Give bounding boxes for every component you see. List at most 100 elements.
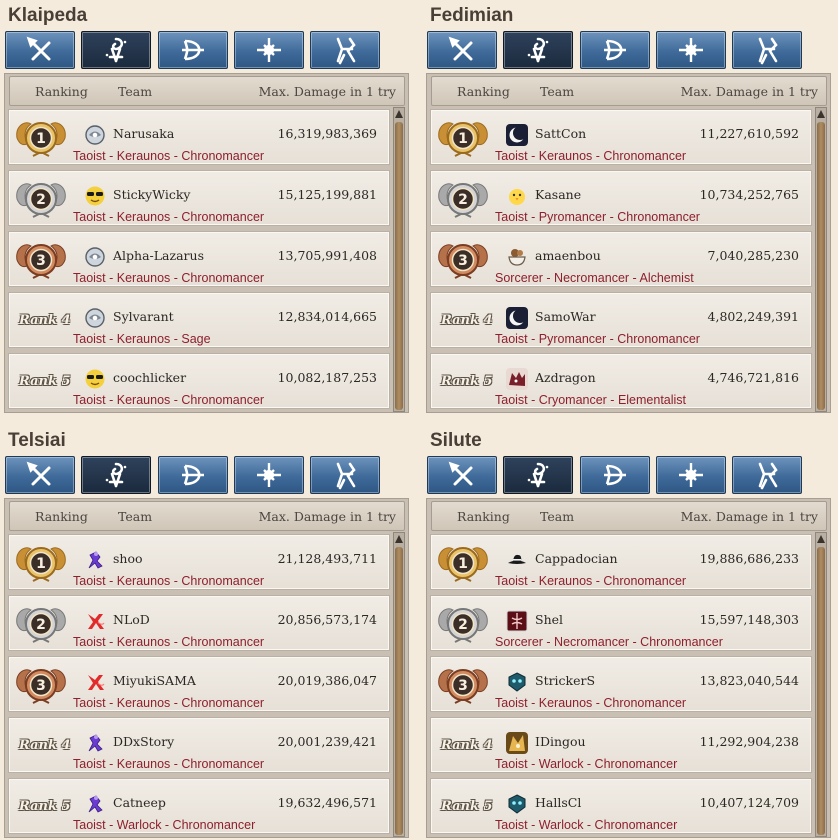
wizard-icon	[105, 37, 127, 63]
class-tab-4[interactable]	[656, 456, 726, 494]
team-name[interactable]: StickyWicky	[113, 187, 190, 202]
max-damage-value: 20,001,239,421	[277, 734, 377, 749]
team-name[interactable]: IDingou	[535, 734, 586, 749]
ranking-row[interactable]: 3 StrickerS 13,823,040,544 Taoist - Kerauno…	[430, 656, 812, 712]
class-tab-5[interactable]	[310, 31, 380, 69]
header-max-damage[interactable]: Max. Damage in 1 try	[259, 84, 396, 99]
scrollbar-thumb[interactable]	[395, 547, 403, 835]
cross-icon	[679, 463, 703, 487]
class-tab-4[interactable]	[656, 31, 726, 69]
rank-3-medal-icon: 3	[435, 663, 491, 707]
class-tab-2[interactable]	[81, 456, 151, 494]
class-tab-5[interactable]	[732, 456, 802, 494]
header-ranking[interactable]: Ranking	[35, 509, 88, 524]
server-panel-fedimian: Fedimian Ranking Team Max. Damage in 1 try 1…	[425, 3, 832, 415]
ranking-row[interactable]: 2 Shel 15,597,148,303 Sorcerer - Necromance…	[430, 595, 812, 651]
header-max-damage[interactable]: Max. Damage in 1 try	[681, 509, 818, 524]
ranking-row[interactable]: 2 NLoD 20,856,573,174 Taoist - Keraunos - C…	[8, 595, 390, 651]
class-tab-3[interactable]	[580, 31, 650, 69]
header-team[interactable]: Team	[540, 509, 574, 524]
team-name[interactable]: NLoD	[113, 612, 150, 627]
scroll-up-arrow-icon[interactable]	[395, 110, 403, 118]
class-tab-2[interactable]	[503, 31, 573, 69]
team-name[interactable]: MiyukiSAMA	[113, 673, 196, 688]
ranking-row[interactable]: 3 MiyukiSAMA 20,019,386,047 Taoist - Keraun…	[8, 656, 390, 712]
team-name[interactable]: SattCon	[535, 126, 586, 141]
bow-icon	[182, 464, 204, 486]
scrollbar[interactable]	[393, 107, 405, 412]
scroll-up-arrow-icon[interactable]	[817, 535, 825, 543]
ranking-row[interactable]: Rank 4 SamoWar 4,802,249,391 Taoist - Pyrom…	[430, 292, 812, 348]
header-ranking[interactable]: Ranking	[35, 84, 88, 99]
class-tab-2[interactable]	[503, 456, 573, 494]
header-max-damage[interactable]: Max. Damage in 1 try	[681, 84, 818, 99]
class-tab-4[interactable]	[234, 31, 304, 69]
scroll-up-arrow-icon[interactable]	[817, 110, 825, 118]
team-name[interactable]: Sylvarant	[113, 309, 174, 324]
scrollbar[interactable]	[815, 107, 827, 412]
ranking-row[interactable]: Rank 5 Catneep 19,632,496,571 Taoist - Warl…	[8, 778, 390, 834]
class-tab-3[interactable]	[158, 456, 228, 494]
scrollbar-thumb[interactable]	[817, 547, 825, 835]
class-tab-5[interactable]	[732, 31, 802, 69]
ranking-row[interactable]: 2 StickyWicky 15,125,199,881 Taoist - Kerau…	[8, 170, 390, 226]
team-name[interactable]: Catneep	[113, 795, 166, 810]
scroll-up-arrow-icon[interactable]	[395, 535, 403, 543]
ranking-list-frame: Ranking Team Max. Damage in 1 try 1 Cappadoc…	[426, 498, 831, 838]
ranking-list-frame: Ranking Team Max. Damage in 1 try 1 SattCon 1…	[426, 73, 831, 413]
team-name[interactable]: amaenbou	[535, 248, 601, 263]
class-tab-1[interactable]	[427, 31, 497, 69]
ranking-row[interactable]: 1 shoo 21,128,493,711 Taoist - Keraunos - C…	[8, 534, 390, 590]
ranking-row[interactable]: 3 amaenbou 7,040,285,230 Sorcerer - Necroma…	[430, 231, 812, 287]
ranking-row[interactable]: Rank 5 Azdragon 4,746,721,816 Taoist - Cryo…	[430, 353, 812, 409]
class-tab-1[interactable]	[5, 31, 75, 69]
header-team[interactable]: Team	[540, 84, 574, 99]
class-tab-4[interactable]	[234, 456, 304, 494]
team-name[interactable]: Shel	[535, 612, 563, 627]
header-ranking[interactable]: Ranking	[457, 84, 510, 99]
ranking-row[interactable]: Rank 4 DDxStory 20,001,239,421 Taoist - Ker…	[8, 717, 390, 773]
header-team[interactable]: Team	[118, 509, 152, 524]
ranking-row[interactable]: 1 SattCon 11,227,610,592 Taoist - Keraunos …	[430, 109, 812, 165]
team-name[interactable]: coochlicker	[113, 370, 186, 385]
team-name[interactable]: Kasane	[535, 187, 581, 202]
ranking-row[interactable]: 1 Narusaka 16,319,983,369 Taoist - Keraunos…	[8, 109, 390, 165]
team-name[interactable]: shoo	[113, 551, 143, 566]
rank-1-medal-icon: 1	[13, 116, 69, 160]
class-tab-bar	[427, 31, 806, 71]
svg-text:1: 1	[36, 131, 46, 147]
scrollbar-thumb[interactable]	[395, 122, 403, 410]
class-tab-2[interactable]	[81, 31, 151, 69]
rank-2-medal-icon: 2	[435, 177, 491, 221]
scrollbar[interactable]	[815, 532, 827, 837]
class-combination: Taoist - Warlock - Chronomancer	[495, 818, 678, 832]
ranking-row[interactable]: Rank 5 HallsCl 10,407,124,709 Taoist - Warl…	[430, 778, 812, 834]
team-name[interactable]: Cappadocian	[535, 551, 618, 566]
ranking-row[interactable]: 2 Kasane 10,734,252,765 Taoist - Pyromancer…	[430, 170, 812, 226]
class-tab-3[interactable]	[580, 456, 650, 494]
header-ranking[interactable]: Ranking	[457, 509, 510, 524]
scrollbar-thumb[interactable]	[817, 122, 825, 410]
rank-label: Rank 4	[441, 738, 493, 753]
team-name[interactable]: HallsCl	[535, 795, 581, 810]
scrollbar[interactable]	[393, 532, 405, 837]
team-name[interactable]: Narusaka	[113, 126, 174, 141]
wizard-icon	[527, 462, 549, 488]
ranking-row[interactable]: Rank 4 IDingou 11,292,904,238 Taoist - Warl…	[430, 717, 812, 773]
class-tab-5[interactable]	[310, 456, 380, 494]
ranking-row[interactable]: 1 Cappadocian 19,886,686,233 Taoist - Kerau…	[430, 534, 812, 590]
ranking-row[interactable]: Rank 5 coochlicker 10,082,187,253 Taoist - …	[8, 353, 390, 409]
header-max-damage[interactable]: Max. Damage in 1 try	[259, 509, 396, 524]
max-damage-value: 10,734,252,765	[699, 187, 799, 202]
ranking-row[interactable]: Rank 4 Sylvarant 12,834,014,665 Taoist - Ke…	[8, 292, 390, 348]
team-name[interactable]: DDxStory	[113, 734, 174, 749]
header-team[interactable]: Team	[118, 84, 152, 99]
team-name[interactable]: Azdragon	[535, 370, 596, 385]
ranking-row[interactable]: 3 Alpha-Lazarus 13,705,991,408 Taoist - Ker…	[8, 231, 390, 287]
team-name[interactable]: Alpha-Lazarus	[113, 248, 204, 263]
class-tab-1[interactable]	[5, 456, 75, 494]
team-name[interactable]: SamoWar	[535, 309, 596, 324]
class-tab-1[interactable]	[427, 456, 497, 494]
team-name[interactable]: StrickerS	[535, 673, 595, 688]
class-tab-3[interactable]	[158, 31, 228, 69]
